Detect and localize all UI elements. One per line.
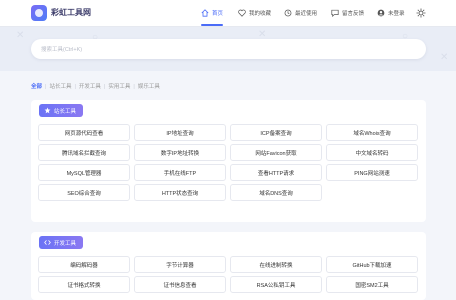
section-title: 站长工具 xyxy=(54,108,77,115)
tool-tile[interactable]: 查看HTTP请求 xyxy=(230,164,322,181)
nav-recent-label: 最近使用 xyxy=(295,11,318,17)
breadcrumb-separator: | xyxy=(103,84,106,90)
decor-cross-icon: ✕ xyxy=(16,30,25,41)
tool-tile[interactable]: PING网站测速 xyxy=(326,164,418,181)
section-webmaster-tools: 站长工具 网页源代码查看 IP地址查询 ICP备案查询 域名Whois查询 腾讯… xyxy=(31,100,426,222)
user-icon xyxy=(377,9,385,17)
category-dev[interactable]: 开发工具 xyxy=(79,84,101,90)
active-tab-indicator xyxy=(201,24,224,26)
section-dev-tools: 开发工具 编码解码器 字节计算器 在线进制转换 GitHub下载加速 证书格式转… xyxy=(31,232,426,300)
nav-login[interactable]: 未登录 xyxy=(377,0,405,26)
star-icon xyxy=(44,107,51,114)
rainbow-logo-icon[interactable] xyxy=(31,5,47,21)
category-webmaster[interactable]: 站长工具 xyxy=(49,84,71,90)
search-placeholder: 搜索工具(Ctrl+K) xyxy=(41,47,83,53)
tool-tile[interactable]: 中文域名转码 xyxy=(326,144,418,161)
tool-grid: 网页源代码查看 IP地址查询 ICP备案查询 域名Whois查询 腾讯域名拦截查… xyxy=(38,124,419,201)
breadcrumb-separator: | xyxy=(133,84,135,90)
tool-grid: 编码解码器 字节计算器 在线进制转换 GitHub下载加速 证书格式转换 证书信… xyxy=(38,256,419,293)
breadcrumb-separator: | xyxy=(45,84,47,90)
section-badge: 站长工具 xyxy=(39,104,84,117)
tool-tile[interactable]: 数字IP地址转换 xyxy=(134,144,226,161)
tool-tile[interactable]: 手机在线FTP xyxy=(134,164,226,181)
category-all[interactable]: 全部 xyxy=(31,84,42,90)
theme-toggle-icon[interactable] xyxy=(416,8,426,18)
history-icon xyxy=(284,9,292,17)
tool-tile[interactable]: 编码解码器 xyxy=(38,256,130,273)
breadcrumb-separator: | xyxy=(74,84,76,90)
tool-tile[interactable]: GitHub下载加速 xyxy=(326,256,418,273)
tool-tile[interactable]: 域名Whois查询 xyxy=(326,124,418,141)
tool-tile[interactable]: RSA公私钥工具 xyxy=(230,276,322,293)
section-title: 开发工具 xyxy=(54,240,77,247)
site-name[interactable]: 彩虹工具网 xyxy=(51,7,91,18)
top-header: 彩虹工具网 首页 我的收藏 最近使用 留言反馈 未登录 xyxy=(0,0,456,27)
nav-feedback[interactable]: 留言反馈 xyxy=(331,0,364,26)
tool-tile[interactable]: HTTP状态查询 xyxy=(134,184,226,201)
category-breadcrumb: 全部 | 站长工具 | 开发工具 | 实用工具 | 娱乐工具 xyxy=(31,82,160,90)
tool-tile[interactable]: 国密SM2工具 xyxy=(326,276,418,293)
tool-tile[interactable]: 字节计算器 xyxy=(134,256,226,273)
nav-recent[interactable]: 最近使用 xyxy=(284,0,317,26)
tool-tile[interactable]: 域名DNS查询 xyxy=(230,184,322,201)
tool-tile[interactable]: 证书格式转换 xyxy=(38,276,130,293)
tool-tile[interactable]: 腾讯域名拦截查询 xyxy=(38,144,130,161)
section-badge: 开发工具 xyxy=(39,236,84,249)
tool-tile[interactable]: MySQL管理器 xyxy=(38,164,130,181)
decor-cross-icon: ✕ xyxy=(440,52,449,63)
tool-tile[interactable]: 网页源代码查看 xyxy=(38,124,130,141)
category-utility[interactable]: 实用工具 xyxy=(108,84,130,90)
message-icon xyxy=(331,9,339,17)
tool-tile[interactable]: SEO综合查询 xyxy=(38,184,130,201)
code-icon xyxy=(44,240,51,245)
tool-tile[interactable]: ICP备案查询 xyxy=(230,124,322,141)
nav-login-label: 未登录 xyxy=(388,11,405,17)
home-icon xyxy=(201,9,209,17)
category-fun[interactable]: 娱乐工具 xyxy=(138,84,160,90)
tool-tile[interactable]: 在线进制转换 xyxy=(230,256,322,273)
search-bar[interactable]: 搜索工具(Ctrl+K) xyxy=(31,39,426,59)
nav-favorites-label: 我的收藏 xyxy=(249,11,272,17)
nav-home[interactable]: 首页 xyxy=(201,0,224,26)
tool-tile[interactable]: 证书信息查看 xyxy=(134,276,226,293)
heart-icon xyxy=(238,9,246,17)
nav-feedback-label: 留言反馈 xyxy=(342,11,365,17)
tool-tile[interactable]: 网站Favicon获取 xyxy=(230,144,322,161)
tool-tile[interactable]: IP地址查询 xyxy=(134,124,226,141)
nav-favorites[interactable]: 我的收藏 xyxy=(238,0,271,26)
nav-home-label: 首页 xyxy=(212,11,224,17)
